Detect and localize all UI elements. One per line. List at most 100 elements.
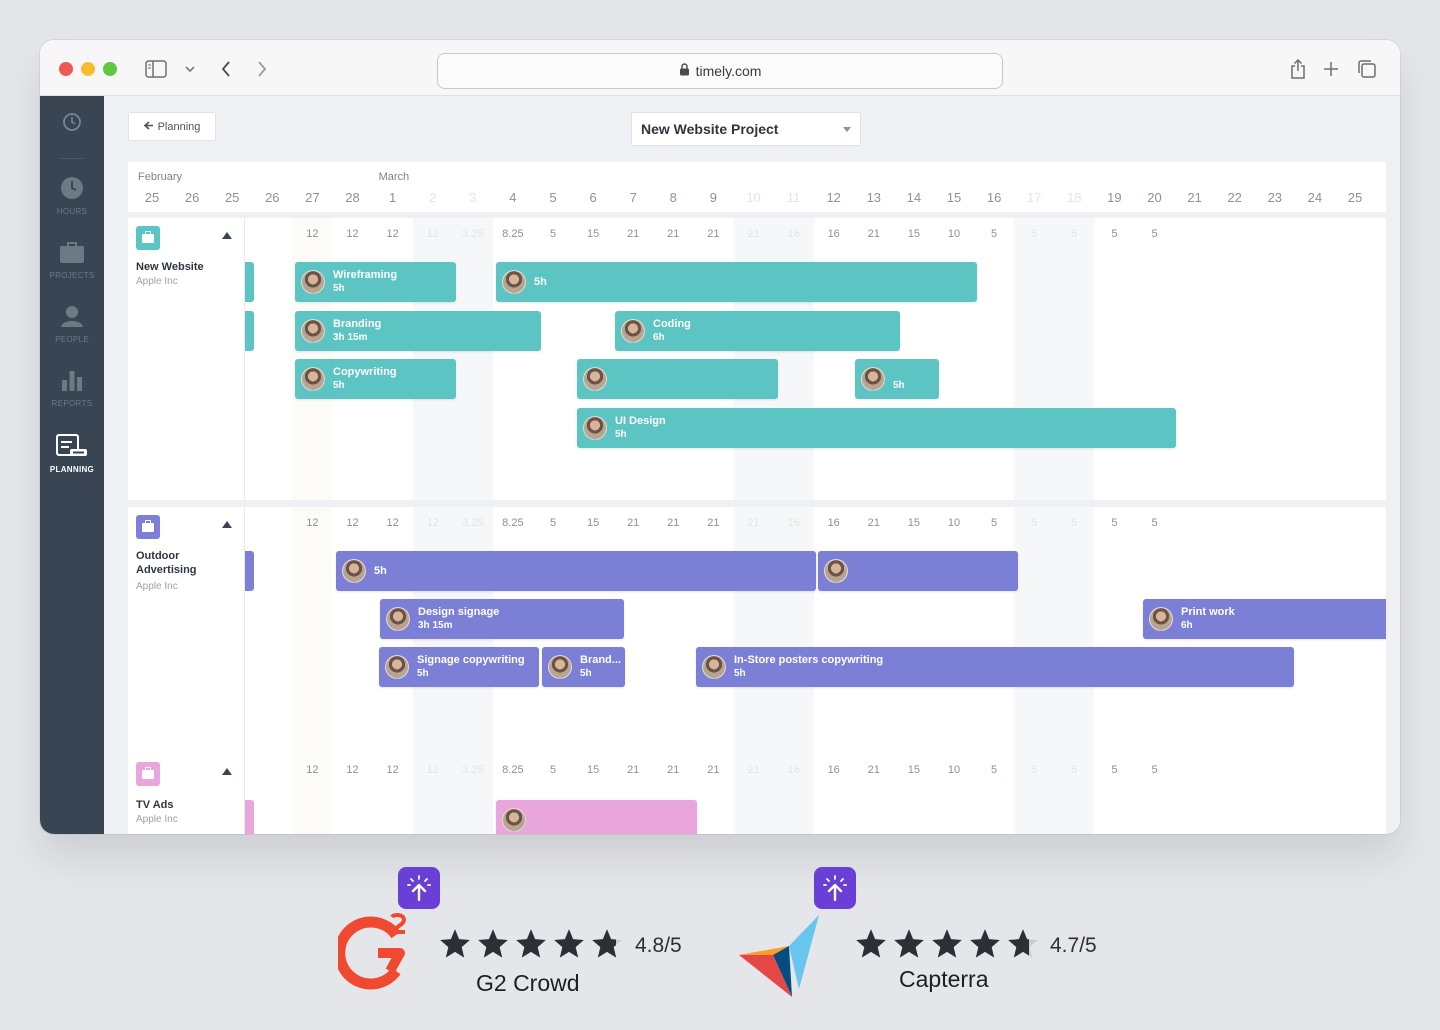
daily-hours: 12 [426, 228, 439, 240]
avatar [502, 270, 526, 294]
tabs-overview-icon[interactable] [1356, 58, 1378, 80]
chevron-down-icon[interactable] [183, 58, 197, 80]
project-name: Outdoor Advertising [136, 550, 197, 576]
star-icon [968, 927, 1002, 966]
address-text: timely.com [695, 63, 762, 79]
address-bar[interactable]: timely.com [437, 53, 1003, 89]
task-bar[interactable]: UI Design 5h [577, 408, 1176, 448]
weekend-column [1054, 218, 1095, 500]
task-bar[interactable] [818, 551, 1018, 591]
person-icon [60, 304, 84, 333]
avatar [1149, 607, 1173, 631]
day-number: 25 [224, 190, 240, 205]
daily-hours: 21 [747, 764, 760, 776]
avatar [385, 655, 409, 679]
rating-score: 4.8/5 [635, 934, 682, 957]
date-header: February March 25 26 25 26 27 28 1 2 3 4 5 6 7 8 9 10 11 12… [128, 162, 1386, 212]
day-number: 2 [429, 190, 437, 205]
sidebar-item-label: HOURS [56, 207, 88, 216]
sidebar-item-planning[interactable]: PLANNING [40, 434, 104, 474]
task-bar[interactable]: 5h [855, 359, 939, 399]
avatar [301, 319, 325, 343]
task-bar[interactable]: Wireframing 5h [295, 262, 456, 302]
day-number: 25 [144, 190, 160, 205]
task-bar[interactable]: Signage copywriting 5h [379, 647, 539, 687]
day-number: 26 [265, 190, 280, 205]
daily-hours: 15 [907, 517, 921, 529]
daily-hours: 5 [991, 517, 998, 529]
task-bar[interactable]: Coding 6h [615, 311, 900, 351]
sidebar-item-projects[interactable]: PROJECTS [40, 240, 104, 280]
task-bar-stub[interactable] [245, 311, 254, 351]
sidebar-item-reports[interactable]: REPORTS [40, 368, 104, 408]
sidebar-toggle-icon[interactable] [145, 58, 167, 80]
new-tab-icon[interactable] [1321, 58, 1341, 80]
task-bar-stub[interactable] [245, 551, 254, 591]
task-bar[interactable]: Brand... 5h [542, 647, 625, 687]
daily-hours: 12 [386, 517, 399, 529]
day-number: 14 [906, 190, 922, 205]
daily-hours: 15 [907, 764, 921, 776]
day-number: 9 [709, 190, 717, 205]
daily-hours: 10 [947, 228, 961, 240]
project-sidebar: New Website Apple Inc [128, 218, 245, 500]
task-bar[interactable] [577, 359, 778, 399]
task-bar[interactable]: 5h [336, 551, 816, 591]
back-arrow-icon[interactable] [218, 58, 234, 80]
bar-chart-icon [60, 368, 84, 397]
day-number: 19 [1107, 190, 1122, 205]
forward-arrow-icon[interactable] [254, 58, 270, 80]
planning-icon [56, 434, 88, 463]
sidebar-item-timer[interactable] [40, 112, 104, 137]
daily-hours: 5 [1071, 517, 1078, 529]
day-number: 20 [1147, 190, 1162, 205]
task-bar[interactable]: Branding 3h 15m [295, 311, 541, 351]
project-client: Apple Inc [136, 814, 178, 825]
sidebar-item-hours[interactable]: HOURS [40, 176, 104, 216]
daily-hours: 12 [306, 228, 319, 240]
avatar [342, 559, 366, 583]
star-icon [438, 927, 472, 966]
daily-hours: 15 [586, 517, 600, 529]
task-bar-stub[interactable] [245, 800, 254, 834]
day-number: 12 [826, 190, 841, 205]
daily-hours: 12 [346, 517, 359, 529]
maximize-window-button[interactable] [103, 62, 117, 76]
task-bar[interactable] [496, 800, 697, 834]
minimize-window-button[interactable] [81, 62, 95, 76]
project-sidebar: Outdoor Advertising Apple Inc [128, 507, 245, 787]
day-number: 7 [629, 190, 637, 205]
sidebar-divider [60, 158, 84, 159]
daily-hours: 5 [1151, 517, 1158, 529]
task-bar[interactable]: Print work 6h [1143, 599, 1386, 639]
planning-view: Planning New Website Project February Mar… [104, 96, 1400, 834]
daily-hours: 5 [991, 764, 998, 776]
project-client: Apple Inc [136, 276, 178, 287]
task-bar-stub[interactable] [245, 262, 254, 302]
sidebar-item-people[interactable]: PEOPLE [40, 304, 104, 344]
project-select[interactable]: New Website Project [631, 112, 861, 146]
close-window-button[interactable] [59, 62, 73, 76]
task-bar[interactable]: Design signage 3h 15m [380, 599, 624, 639]
star-rating [438, 927, 624, 966]
task-hours: 5h [734, 668, 746, 679]
daily-hours: 16 [827, 228, 840, 240]
task-bar[interactable]: Copywriting 5h [295, 359, 456, 399]
project-name: TV Ads [136, 799, 174, 811]
avatar [301, 367, 325, 391]
avatar [702, 655, 726, 679]
back-to-planning-button[interactable]: Planning [128, 112, 216, 141]
caret-down-icon [843, 127, 851, 132]
daily-hours: 16 [827, 517, 840, 529]
task-bar[interactable]: In-Store posters copywriting 5h [696, 647, 1294, 687]
day-number: 25 [1347, 190, 1363, 205]
daily-hours: 21 [867, 228, 880, 240]
project-client: Apple Inc [136, 581, 178, 592]
daily-hours: 5 [1111, 764, 1118, 776]
rating-score: 4.7/5 [1050, 934, 1097, 957]
share-icon[interactable] [1288, 58, 1308, 80]
task-bar[interactable]: 5h [496, 262, 977, 302]
daily-hours: 12 [306, 764, 319, 776]
task-hours: 6h [653, 332, 665, 343]
daily-hours: 16 [787, 517, 800, 529]
